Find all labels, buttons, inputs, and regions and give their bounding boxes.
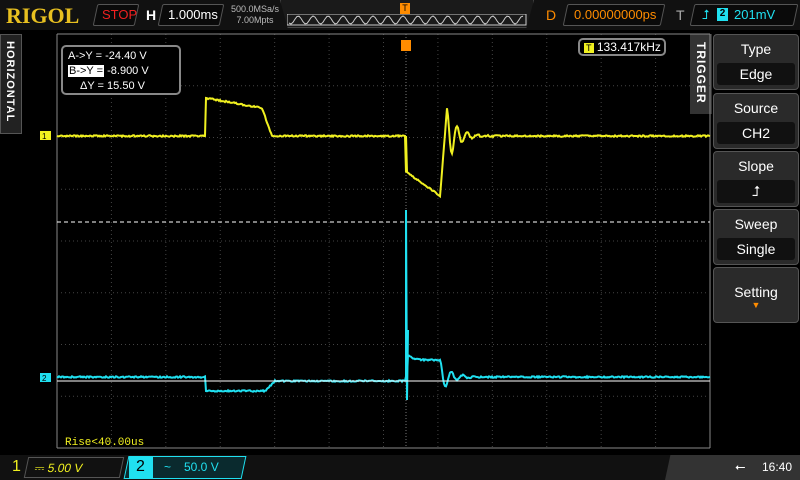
usb-icon: ⭠ (735, 459, 745, 475)
menu-value: Edge (717, 63, 795, 85)
cursor-a-value: -24.40 V (105, 50, 147, 62)
menu-setting[interactable]: Setting ▼ (713, 267, 799, 323)
menu-sweep[interactable]: Sweep Single (713, 209, 799, 265)
frequency-value: 133.417kHz (597, 40, 661, 54)
submenu-arrow-icon: ▼ (714, 300, 798, 310)
ac-coupling-icon: ~ (164, 460, 171, 474)
cursor-a-label: A->Y = (68, 50, 102, 62)
rise-time-measurement: Rise<40.00us (65, 437, 144, 449)
cursor-b-value: -8.900 V (107, 65, 149, 77)
cursor-delta-label: ΔY = (80, 80, 104, 92)
clock: 16:40 (762, 460, 792, 474)
menu-title: Type (714, 41, 798, 57)
dc-coupling-icon: ⎓ (33, 461, 46, 475)
menu-value: CH2 (717, 122, 795, 144)
rising-edge-icon: ⮥ (717, 180, 795, 203)
ch1-scale: 5.00 V (46, 461, 84, 475)
ch1-scale-box[interactable]: ⎓ 5.00 V (24, 457, 124, 478)
svg-text:2: 2 (42, 374, 47, 383)
cursor-b-label: B->Y = (68, 65, 104, 77)
trigger-time-marker (401, 40, 411, 51)
memory-depth: 7.00Mpts (226, 15, 284, 26)
menu-title: Source (714, 100, 798, 116)
menu-value: Single (717, 238, 795, 260)
frequency-counter: T 133.417kHz (578, 38, 666, 56)
ch2-scale: 50.0 V (184, 460, 219, 474)
status-bar: 1 ⎓ 5.00 V 2 ~ 50.0 V ⭠ 16:40 (0, 455, 800, 480)
menu-slope[interactable]: Slope ⮥ (713, 151, 799, 207)
ch2-label: 2 (129, 456, 153, 479)
ch1-trace (57, 98, 710, 196)
sample-rate: 500.0MSa/s (226, 4, 284, 15)
menu-title: Setting (714, 284, 798, 300)
cursor-delta-value: 15.50 V (107, 80, 145, 92)
cursor-readout: A->Y = -24.40 V B->Y = -8.900 V ΔY = 15.… (61, 45, 181, 95)
counter-icon: T (584, 43, 594, 53)
menu-title: Sweep (714, 216, 798, 232)
ch1-label: 1 (12, 458, 21, 476)
menu-source[interactable]: Source CH2 (713, 93, 799, 149)
svg-text:1: 1 (42, 132, 47, 141)
menu-title: Slope (714, 158, 798, 174)
menu-type[interactable]: Type Edge (713, 34, 799, 90)
